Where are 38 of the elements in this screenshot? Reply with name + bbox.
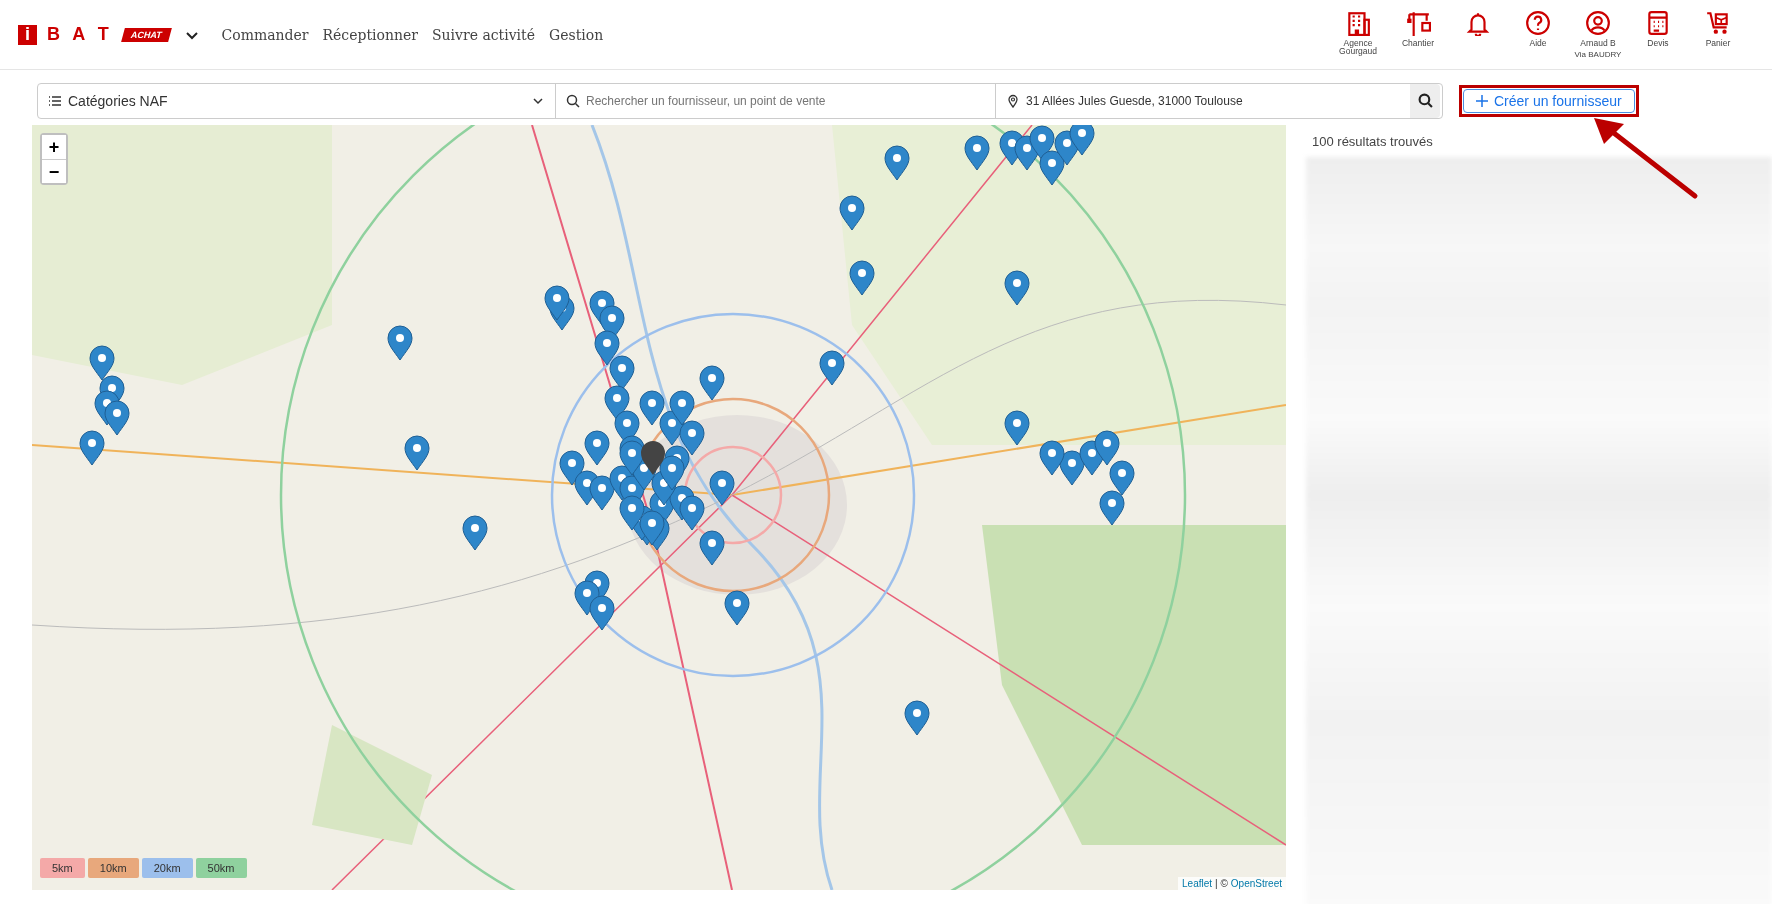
radius-legend-chip: 50km [195, 858, 247, 878]
radius-legend-chip: 5km [40, 858, 85, 878]
radius-legend-chip: 10km [87, 858, 139, 878]
toolbar-button[interactable]: Aide [1512, 9, 1564, 60]
zoom-out-button[interactable]: − [42, 159, 66, 183]
logo-text: B A T [47, 24, 113, 45]
search-button[interactable] [1410, 83, 1440, 118]
radius-legend-chip: 20km [141, 858, 193, 878]
cart-icon [1705, 9, 1731, 36]
building-icon [1345, 9, 1371, 36]
attribution-text: | © [1215, 878, 1228, 889]
nav-link[interactable]: Réceptionner [322, 26, 418, 43]
logo-mark: i [18, 24, 37, 45]
attribution-link[interactable]: Leaflet [1182, 878, 1213, 889]
calculator-icon [1645, 9, 1671, 36]
list-icon [48, 93, 62, 108]
toolbar-button[interactable]: Chantier [1392, 9, 1444, 60]
results-count: 100 résultats trouvés [1311, 133, 1434, 151]
create-supplier-button[interactable]: Créer un fournisseur [1463, 88, 1635, 113]
nav-link[interactable]: Suivre activité [431, 26, 535, 43]
nav-link[interactable]: Gestion [549, 26, 604, 43]
toolbar-button[interactable]: Panier [1692, 9, 1744, 60]
app-tag: ACHAT [120, 27, 172, 42]
toolbar-button[interactable]: Arnaud B Via BAUDRY [1572, 9, 1624, 60]
search-icon [566, 93, 580, 108]
toolbar-button[interactable]: Devis [1632, 9, 1684, 60]
category-dropdown[interactable]: Catégories NAF [38, 83, 556, 118]
address-field[interactable]: 31 Allées Jules Guesde, 31000 Toulouse [1026, 93, 1400, 108]
toolbar-button[interactable]: Agence Gourgaud [1332, 9, 1384, 60]
attribution-link[interactable]: OpenStreet [1230, 878, 1282, 889]
search-icon [1417, 93, 1433, 108]
search-field[interactable]: Rechercher un fournisseur, un point de vente [586, 93, 985, 108]
nav-link[interactable]: Commander [221, 26, 309, 43]
plus-icon [1476, 94, 1488, 107]
user-icon [1585, 9, 1611, 36]
location-pin-icon [1006, 93, 1020, 108]
help-icon [1525, 9, 1551, 36]
crane-icon [1405, 9, 1431, 36]
